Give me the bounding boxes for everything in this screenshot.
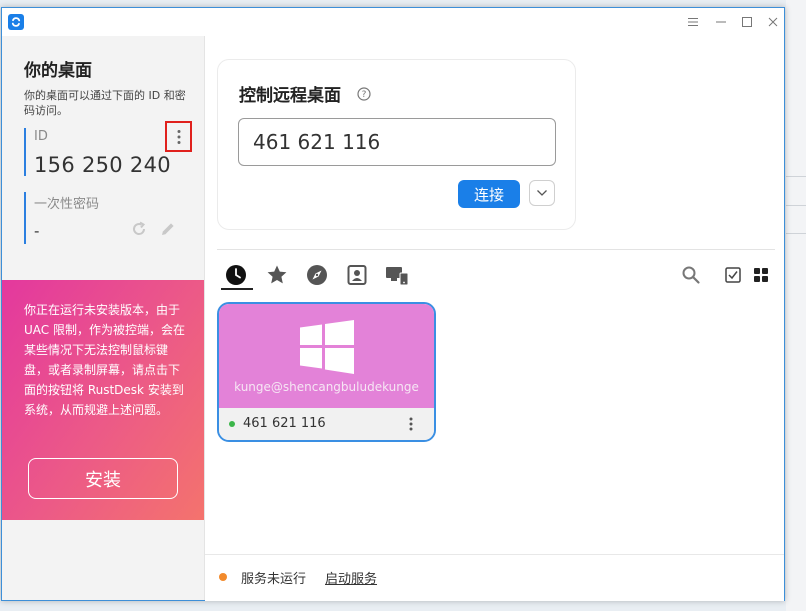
background-window-strip [786,0,806,611]
rustdesk-window: 你的桌面 你的桌面可以通过下面的 ID 和密码访问。 ID 156 250 24… [1,7,785,601]
close-icon[interactable] [765,14,781,30]
peer-thumbnail[interactable]: kunge@shencangbuludekunge [219,304,434,408]
refresh-icon[interactable] [130,220,148,238]
service-status-text: 服务未运行 [241,572,307,587]
help-icon[interactable]: ? [357,87,371,101]
your-desktop-title: 你的桌面 [24,61,92,81]
grid-view-icon[interactable] [749,263,773,287]
more-vertical-icon[interactable] [405,416,417,432]
address-book-icon[interactable] [345,263,369,287]
connect-options-button[interactable] [529,180,555,206]
checkbox-icon[interactable] [721,263,745,287]
start-service-link[interactable]: 启动服务 [325,568,377,587]
maximize-icon[interactable] [739,14,755,30]
minimize-icon[interactable] [713,14,729,30]
more-vertical-icon [177,129,180,144]
id-value[interactable]: 156 250 240 [34,153,171,177]
password-label: 一次性密码 [34,197,100,212]
status-bar: 服务未运行 启动服务 [205,554,784,601]
active-tab-indicator [221,288,253,290]
recent-icon[interactable] [224,263,248,287]
id-label: ID [34,129,48,144]
background-divider [786,205,806,206]
left-panel: 你的桌面 你的桌面可以通过下面的 ID 和密码访问。 ID 156 250 24… [2,36,205,600]
background-divider [786,176,806,177]
peer-username: kunge@shencangbuludekunge [234,380,419,394]
your-desktop-description: 你的桌面可以通过下面的 ID 和密码访问。 [24,89,186,117]
star-icon[interactable] [265,263,289,287]
menu-icon[interactable] [685,14,701,30]
titlebar[interactable] [2,8,784,36]
password-value: - [34,222,40,240]
install-button[interactable]: 安装 [28,458,178,499]
compass-icon[interactable] [305,263,329,287]
service-status-dot [219,573,227,581]
control-remote-title: 控制远程桌面 [239,86,341,106]
online-status-dot [229,421,235,427]
remote-id-input[interactable]: 461 621 116 [238,118,556,166]
peer-id: 461 621 116 [243,416,326,431]
rustdesk-logo-icon [8,14,24,30]
install-warning-text: 你正在运行未安装版本，由于 UAC 限制，作为被控端，会在某些情况下无法控制鼠标… [24,303,185,417]
install-warning-panel: 你正在运行未安装版本，由于 UAC 限制，作为被控端，会在某些情况下无法控制鼠标… [2,280,204,520]
section-divider [217,249,775,250]
background-divider [786,233,806,234]
svg-text:?: ? [362,90,367,100]
chevron-down-icon [537,190,547,196]
connect-button[interactable]: 连接 [458,180,520,208]
windows-icon [300,320,354,374]
peer-footer: 461 621 116 [219,408,434,440]
edit-icon[interactable] [159,220,177,238]
peer-card[interactable]: kunge@shencangbuludekunge 461 621 116 [217,302,436,442]
id-more-button[interactable] [165,121,192,152]
password-accent-bar [24,192,26,244]
lan-icon[interactable] [385,263,409,287]
control-remote-card: 控制远程桌面 ? 461 621 116 连接 [217,59,576,230]
search-icon[interactable] [679,263,703,287]
id-accent-bar [24,128,26,176]
